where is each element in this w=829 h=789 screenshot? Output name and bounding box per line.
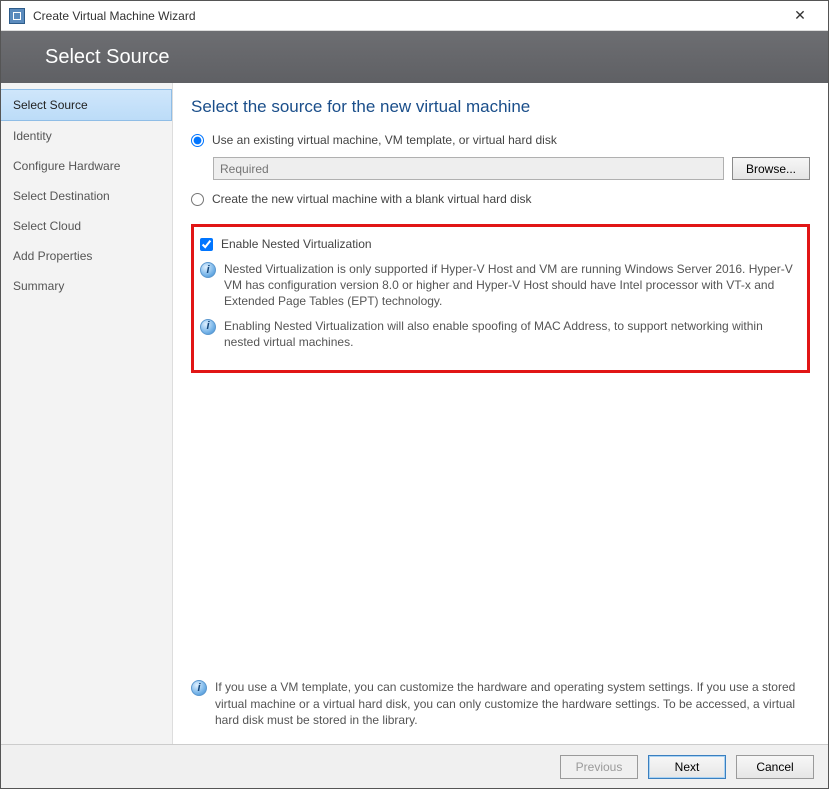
bottom-info: i If you use a VM template, you can cust…	[191, 673, 810, 734]
step-select-source[interactable]: Select Source	[1, 89, 172, 121]
close-icon: ✕	[794, 7, 806, 24]
radio-existing-label: Use an existing virtual machine, VM temp…	[212, 133, 557, 147]
radio-blank[interactable]	[191, 193, 204, 206]
close-button[interactable]: ✕	[780, 2, 820, 30]
banner: Select Source	[1, 31, 828, 83]
step-identity[interactable]: Identity	[1, 121, 172, 151]
radio-blank-label: Create the new virtual machine with a bl…	[212, 192, 532, 206]
existing-path-row: Browse...	[213, 157, 810, 180]
wizard-body: Select Source Identity Configure Hardwar…	[1, 83, 828, 744]
step-label: Add Properties	[13, 249, 92, 263]
bottom-info-text: If you use a VM template, you can custom…	[215, 679, 810, 728]
nested-virt-highlight: Enable Nested Virtualization i Nested Vi…	[191, 224, 810, 373]
nested-info-2-text: Enabling Nested Virtualization will also…	[224, 318, 797, 350]
wizard-window: Create Virtual Machine Wizard ✕ Select S…	[0, 0, 829, 789]
cancel-button[interactable]: Cancel	[736, 755, 814, 779]
step-configure-hardware[interactable]: Configure Hardware	[1, 151, 172, 181]
step-label: Select Cloud	[13, 219, 81, 233]
step-summary[interactable]: Summary	[1, 271, 172, 301]
radio-blank-row[interactable]: Create the new virtual machine with a bl…	[191, 192, 810, 206]
nested-checkbox-row[interactable]: Enable Nested Virtualization	[200, 237, 797, 251]
step-label: Configure Hardware	[13, 159, 120, 173]
next-button[interactable]: Next	[648, 755, 726, 779]
radio-existing[interactable]	[191, 134, 204, 147]
nested-checkbox[interactable]	[200, 238, 213, 251]
banner-heading: Select Source	[45, 46, 170, 69]
info-icon: i	[200, 262, 216, 278]
info-icon: i	[200, 319, 216, 335]
step-label: Select Source	[13, 98, 88, 112]
existing-path-input[interactable]	[213, 157, 724, 180]
browse-button[interactable]: Browse...	[732, 157, 810, 180]
footer: Previous Next Cancel	[1, 744, 828, 788]
content-pane: Select the source for the new virtual ma…	[173, 83, 828, 744]
step-select-destination[interactable]: Select Destination	[1, 181, 172, 211]
step-label: Select Destination	[13, 189, 110, 203]
radio-existing-row[interactable]: Use an existing virtual machine, VM temp…	[191, 133, 810, 147]
titlebar: Create Virtual Machine Wizard ✕	[1, 1, 828, 31]
content-spacer	[191, 373, 810, 674]
window-title: Create Virtual Machine Wizard	[33, 9, 780, 23]
info-icon: i	[191, 680, 207, 696]
previous-button[interactable]: Previous	[560, 755, 638, 779]
content-heading: Select the source for the new virtual ma…	[191, 97, 810, 117]
step-label: Identity	[13, 129, 52, 143]
nested-info-1-text: Nested Virtualization is only supported …	[224, 261, 797, 310]
step-select-cloud[interactable]: Select Cloud	[1, 211, 172, 241]
nested-info-2: i Enabling Nested Virtualization will al…	[200, 316, 797, 356]
step-label: Summary	[13, 279, 64, 293]
sidebar: Select Source Identity Configure Hardwar…	[1, 83, 173, 744]
app-icon	[9, 8, 25, 24]
step-add-properties[interactable]: Add Properties	[1, 241, 172, 271]
nested-checkbox-label: Enable Nested Virtualization	[221, 237, 372, 251]
nested-info-1: i Nested Virtualization is only supporte…	[200, 259, 797, 316]
